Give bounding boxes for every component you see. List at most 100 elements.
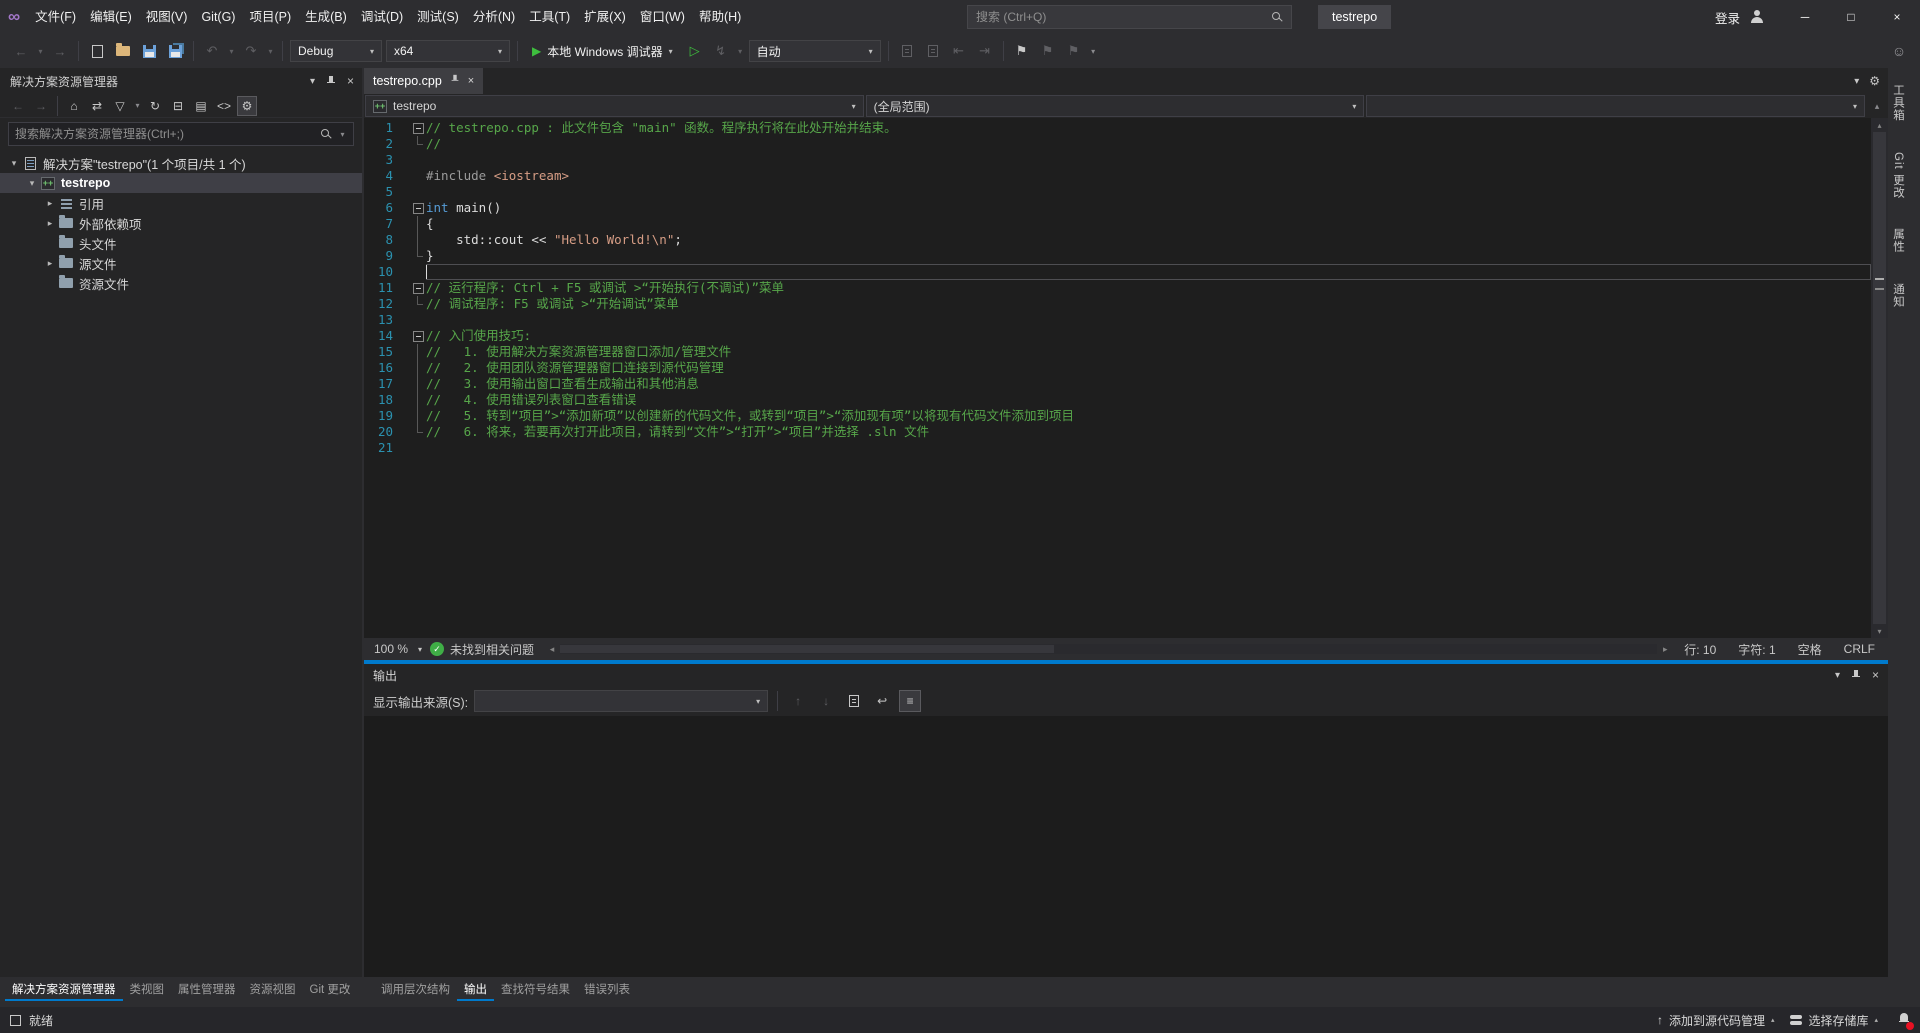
save-all-icon[interactable] [164,40,186,62]
tree-expander-icon[interactable]: ▾ [24,178,40,189]
pending-changes-filter-icon[interactable]: ▽ [110,96,130,116]
minimize-button[interactable]: ─ [1782,0,1828,34]
tree-item[interactable]: ▾testrepo [0,173,362,193]
redo-icon[interactable]: ↷ [240,40,262,62]
start-debugging-button[interactable]: ▶ 本地 Windows 调试器 ▾ [525,39,680,63]
zoom-combo[interactable]: 100 % ▾ [366,642,430,656]
close-button[interactable]: × [1874,0,1920,34]
toggle-auto-scroll-icon[interactable]: ≡ [899,690,921,712]
start-without-debugging-icon[interactable]: ▷ [684,40,706,62]
scroll-up-icon[interactable]: ▴ [1871,118,1888,132]
code-line[interactable]: 19// 5. 转到“项目”>“添加新项”以创建新的代码文件，或转到“项目”>“… [364,408,1871,424]
increase-indent-icon[interactable]: ⇥ [974,40,996,62]
output-panel-header[interactable]: 输出 ▾ × [364,664,1888,686]
panel-tab[interactable]: 错误列表 [577,977,637,1001]
document-list-icon[interactable]: ▾ [1854,76,1859,87]
code-line[interactable]: 8 std::cout << "Hello World!\n"; [364,232,1871,248]
menubar-item[interactable]: Git(G) [194,0,242,34]
scroll-left-icon[interactable]: ◂ [544,644,560,655]
code-line[interactable]: 10 [364,264,1871,280]
panel-tab[interactable]: 查找符号结果 [494,977,577,1001]
tree-expander-icon[interactable]: ▸ [42,198,58,209]
fold-toggle-icon[interactable] [413,283,424,294]
vertical-scrollbar[interactable]: ▴ ▾ [1871,118,1888,638]
tree-item[interactable]: ▸外部依赖项 [0,213,362,233]
auto-hide-tab[interactable]: 工具箱 [1888,82,1908,124]
editor-options-icon[interactable]: ⚙ [1869,74,1880,88]
refresh-icon[interactable]: ↻ [145,96,165,116]
previous-message-icon[interactable]: ↑ [787,690,809,712]
auto-hide-tab[interactable]: Git 更改 [1888,150,1908,201]
code-line[interactable]: 16// 2. 使用团队资源管理器窗口连接到源代码管理 [364,360,1871,376]
menubar-item[interactable]: 测试(S) [410,0,466,34]
menubar-item[interactable]: 项目(P) [242,0,298,34]
panel-tab[interactable]: 类视图 [123,977,172,1001]
menubar-item[interactable]: 调试(D) [354,0,410,34]
menubar-item[interactable]: 编辑(E) [83,0,139,34]
code-line[interactable]: 20// 6. 将来，若要再次打开此项目，请转到“文件”>“打开”>“项目”并选… [364,424,1871,440]
fold-toggle-icon[interactable] [413,203,424,214]
code-line[interactable]: 12// 调试程序: F5 或调试 >“开始调试”菜单 [364,296,1871,312]
panel-tab[interactable]: 调用层次结构 [374,977,457,1001]
add-to-source-control-button[interactable]: ↑ 添加到源代码管理 ▴ [1657,1012,1775,1029]
close-panel-icon[interactable]: × [1872,668,1879,682]
pin-tab-icon[interactable] [449,73,461,89]
maximize-button[interactable]: □ [1828,0,1874,34]
redo-dropdown-icon[interactable]: ▾ [266,47,275,56]
scrollbar-thumb[interactable] [1873,132,1886,624]
scroll-right-icon[interactable]: ▸ [1657,644,1673,655]
auto-hide-tab[interactable]: 属性 [1888,226,1908,255]
previous-bookmark-icon[interactable]: ⚑ [1037,40,1059,62]
code-line[interactable]: 5 [364,184,1871,200]
menubar-item[interactable]: 视图(V) [139,0,195,34]
tree-expander-icon[interactable]: ▾ [6,158,22,169]
project-dropdown[interactable]: testrepo ▾ [365,95,864,117]
horizontal-scroll-track[interactable] [560,644,1657,654]
code-line[interactable]: 7{ [364,216,1871,232]
code-area[interactable]: 1// testrepo.cpp : 此文件包含 "main" 函数。程序执行将… [364,120,1871,638]
select-repository-button[interactable]: 选择存储库 ▴ [1790,1012,1878,1029]
code-line[interactable]: 18// 4. 使用错误列表窗口查看错误 [364,392,1871,408]
panel-tab[interactable]: Git 更改 [303,977,358,1001]
tree-item[interactable]: ▸引用 [0,193,362,213]
menubar-item[interactable]: 工具(T) [522,0,577,34]
panel-tab[interactable]: 输出 [457,977,494,1001]
solution-explorer-header[interactable]: 解决方案资源管理器 ▾ × [0,68,362,94]
code-line[interactable]: 14// 入门使用技巧: [364,328,1871,344]
menubar-item[interactable]: 分析(N) [466,0,522,34]
menubar-item[interactable]: 帮助(H) [692,0,748,34]
explorer-back-icon[interactable]: ← [8,96,28,116]
tree-item[interactable]: 头文件 [0,233,362,253]
next-bookmark-icon[interactable]: ⚑ [1063,40,1085,62]
code-line[interactable]: 15// 1. 使用解决方案资源管理器窗口添加/管理文件 [364,344,1871,360]
navbar-expand-icon[interactable]: ▴ [1867,95,1887,117]
close-tab-icon[interactable]: × [468,75,474,87]
fold-toggle-icon[interactable] [413,331,424,342]
line-ending-indicator[interactable]: CRLF [1833,642,1886,656]
search-options-icon[interactable]: ▾ [338,130,347,139]
toolbar-overflow-icon[interactable]: ▾ [1089,47,1098,56]
tree-item[interactable]: ▸源文件 [0,253,362,273]
tree-expander-icon[interactable]: ▸ [42,258,58,269]
code-line[interactable]: 2// [364,136,1871,152]
debug-target-combo[interactable]: 自动 ▾ [749,40,881,62]
sync-with-active-document-icon[interactable]: ⇄ [87,96,107,116]
output-content[interactable] [364,716,1888,977]
code-line[interactable]: 1// testrepo.cpp : 此文件包含 "main" 函数。程序执行将… [364,120,1871,136]
show-all-files-icon[interactable]: ▤ [191,96,211,116]
menubar-item[interactable]: 扩展(X) [577,0,633,34]
decrease-indent-icon[interactable]: ⇤ [948,40,970,62]
hot-reload-icon[interactable]: ↯ [710,40,732,62]
toggle-bookmark-icon[interactable]: ⚑ [1011,40,1033,62]
window-position-icon[interactable]: ▾ [1835,670,1840,681]
close-panel-icon[interactable]: × [347,74,354,88]
code-line[interactable]: 17// 3. 使用输出窗口查看生成输出和其他消息 [364,376,1871,392]
tree-item[interactable]: 资源文件 [0,273,362,293]
save-icon[interactable] [138,40,160,62]
undo-icon[interactable]: ↶ [201,40,223,62]
code-line[interactable]: 13 [364,312,1871,328]
solution-name-badge[interactable]: testrepo [1318,5,1391,29]
code-line[interactable]: 6int main() [364,200,1871,216]
tree-item[interactable]: ▾解决方案"testrepo"(1 个项目/共 1 个) [0,153,362,173]
horizontal-scroll-thumb[interactable] [560,645,1054,653]
